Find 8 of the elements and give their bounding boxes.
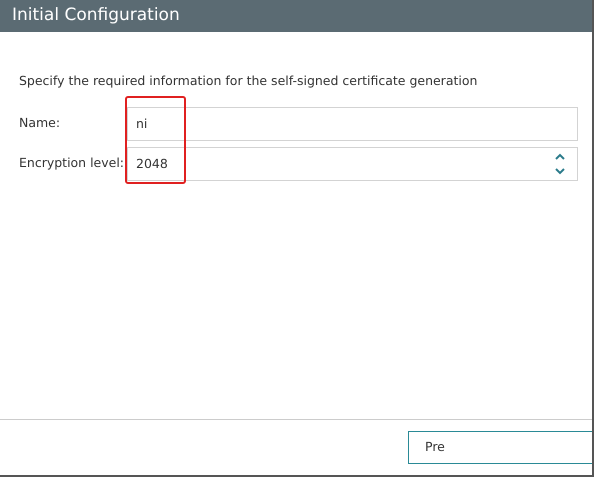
field-label: Name:: [19, 114, 62, 132]
number-field[interactable]: 2048: [127, 146, 578, 181]
window-title: Initial Configuration: [12, 4, 180, 28]
spinner-arrows-icon[interactable]: [554, 152, 566, 176]
previous-button[interactable]: Pre: [408, 431, 592, 464]
field-label: Encryption level:: [19, 154, 126, 172]
instruction-text: Specify the required information for the self-signed certificate generation: [19, 72, 478, 90]
input-field[interactable]: ni: [127, 106, 578, 141]
